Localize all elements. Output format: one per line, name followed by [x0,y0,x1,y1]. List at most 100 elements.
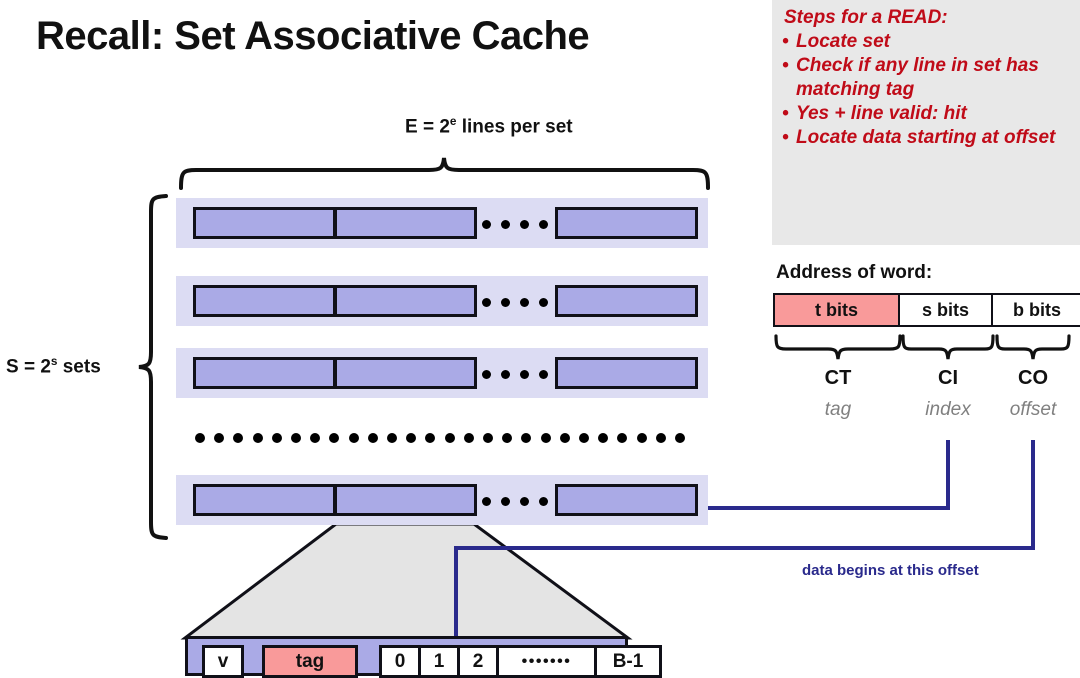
cache-line-ellipsis [482,298,552,307]
tag-cell[interactable]: tag [262,645,358,678]
ct-brace [774,334,902,360]
cache-set-row[interactable] [176,198,708,248]
address-field-tag-bits[interactable]: t bits [773,293,900,327]
cache-line-block[interactable] [334,357,477,389]
ellipsis-dot [502,433,513,443]
ellipsis-dot [617,433,628,443]
ellipsis-dot [483,433,493,443]
data-byte-cell-1[interactable]: 1 [418,645,460,678]
ellipsis-dot [559,433,570,443]
ellipsis-dot [539,497,548,506]
address-abbrev-ci: CI [938,367,958,389]
ellipsis-dot [214,433,225,443]
address-name-offset: offset [1009,399,1057,420]
ellipsis-dot [501,298,510,307]
ellipsis-dot [463,433,474,443]
index-connector-line [706,440,950,510]
ellipsis-dot [520,298,529,307]
ellipsis-dot [501,220,510,229]
data-byte-cell-2[interactable]: 2 [457,645,499,678]
read-step-item: Yes + line valid: hit [782,102,1070,125]
ellipsis-dot [675,433,685,443]
cache-line-ellipsis [482,370,552,379]
ellipsis-dot [579,433,589,443]
cache-line-block[interactable] [555,207,698,239]
ellipsis-dot [367,433,378,443]
data-byte-ellipsis-cell: ••••••• [496,645,597,678]
ellipsis-dot [539,220,548,229]
read-steps-panel: Steps for a READ: Locate set Check if an… [772,0,1080,245]
address-abbrev-ct: CT [824,367,852,389]
lines-per-set-prefix: E = 2 [405,116,450,138]
cache-set-vertical-ellipsis [195,433,695,443]
address-of-word-heading: Address of word: [776,262,933,283]
address-abbrev-co: CO [1018,367,1048,389]
ellipsis-dot [539,298,548,307]
address-name-tag: tag [824,399,852,420]
slide-title: Recall: Set Associative Cache [36,14,590,58]
cache-line-block[interactable] [193,357,336,389]
ellipsis-dot [425,433,436,443]
ellipsis-dot [655,433,666,443]
data-byte-cell-0[interactable]: 0 [379,645,421,678]
ellipsis-dot [501,497,510,506]
ellipsis-dot [482,370,491,379]
cache-line-ellipsis [482,220,552,229]
read-step-item: Locate set [782,30,1070,53]
cache-line-block[interactable] [193,484,336,516]
lines-per-set-suffix: lines per set [456,116,573,138]
cache-set-row[interactable] [176,276,708,326]
read-step-item: Locate data starting at offset [782,126,1070,149]
read-steps-list: Locate set Check if any line in set has … [782,30,1070,149]
cache-set-row[interactable] [176,348,708,398]
cache-line-block[interactable] [334,285,477,317]
ellipsis-dot [482,497,491,506]
valid-bit-cell[interactable]: v [202,645,244,678]
cache-line-block[interactable] [555,357,698,389]
ellipsis-dot [482,220,491,229]
cache-line-expansion-trapezoid [180,522,633,640]
ellipsis-dot [406,433,417,443]
ellipsis-dot [520,497,529,506]
address-field-index-bits[interactable]: s bits [898,293,993,327]
ellipsis-dot [521,433,532,443]
ellipsis-dot [482,298,491,307]
co-brace [995,334,1071,360]
lines-per-set-label: E = 2e lines per set [405,115,573,138]
address-field-offset-bits[interactable]: b bits [991,293,1080,327]
ellipsis-dot [348,433,359,443]
ellipsis-dot [387,433,397,443]
sets-count-suffix: sets [57,356,101,378]
ellipsis-dot [520,220,529,229]
read-step-item: Check if any line in set has matching ta… [782,54,1070,100]
cache-line-block-selected[interactable] [334,484,477,516]
data-byte-cell-last[interactable]: B-1 [594,645,662,678]
ellipsis-dot [271,433,282,443]
s-sets-brace [138,194,168,540]
ellipsis-dot [520,370,529,379]
cache-line-detail-row[interactable]: v tag 0 1 2 ••••••• B-1 [185,636,662,678]
address-name-index: index [925,399,971,420]
ellipsis-dot [539,370,548,379]
ellipsis-dot [310,433,321,443]
cache-set-row[interactable] [176,475,708,525]
sets-count-prefix: S = 2 [6,356,51,378]
ellipsis-dot [598,433,609,443]
ellipsis-dot [444,433,455,443]
slide-root: Recall: Set Associative Cache E = 2e lin… [0,0,1080,678]
cache-line-block[interactable] [334,207,477,239]
cache-line-ellipsis [482,497,552,506]
cache-line-block[interactable] [555,285,698,317]
e-lines-brace [179,157,710,190]
ellipsis-dot [636,433,647,443]
cache-line-block[interactable] [555,484,698,516]
ellipsis-dot [540,433,551,443]
ellipsis-dot [252,433,263,443]
offset-annotation-label: data begins at this offset [802,562,979,579]
ellipsis-dot [501,370,510,379]
sets-count-label: S = 2s sets [6,355,101,378]
cache-line-block[interactable] [193,207,336,239]
ellipsis-dot [291,433,301,443]
read-steps-title: Steps for a READ: [784,7,948,28]
cache-line-block[interactable] [193,285,336,317]
